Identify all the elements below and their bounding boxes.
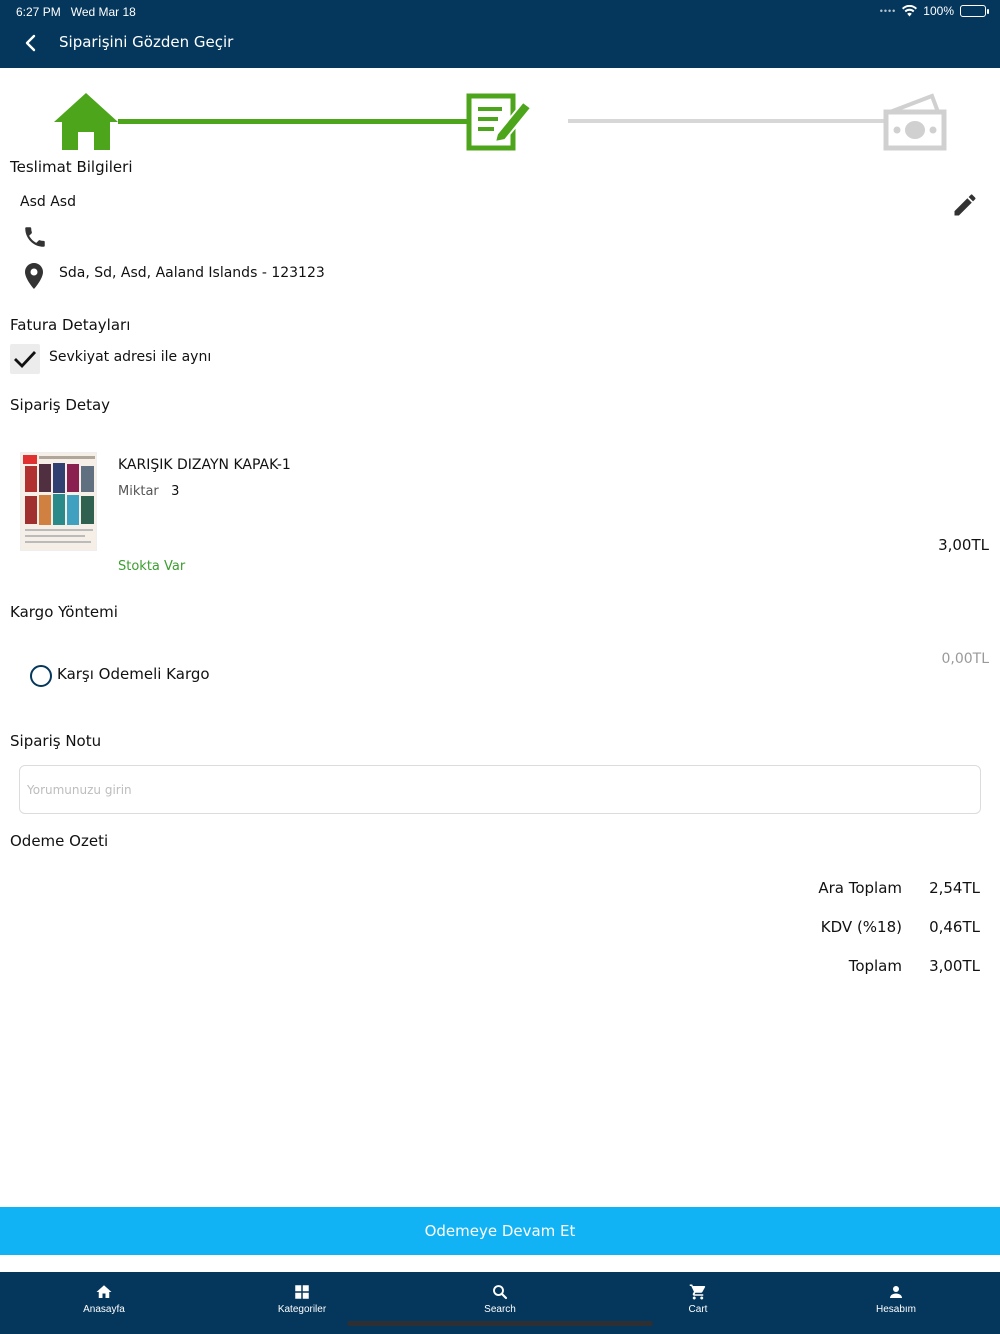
tab-home[interactable]: Anasayfa bbox=[44, 1280, 164, 1324]
tab-home-label: Anasayfa bbox=[83, 1304, 125, 1315]
total-value: 3,00TL bbox=[929, 957, 980, 975]
tab-search-label: Search bbox=[484, 1304, 516, 1315]
section-title-shipping: Kargo Yöntemi bbox=[10, 603, 118, 621]
back-arrow-icon[interactable] bbox=[18, 30, 44, 56]
checkmark-icon bbox=[14, 351, 37, 369]
same-address-checkbox[interactable] bbox=[10, 344, 40, 374]
battery-percent: 100% bbox=[923, 4, 954, 18]
status-time: 6:27 PM Wed Mar 18 bbox=[16, 5, 136, 19]
search-icon bbox=[493, 1285, 508, 1300]
order-note-input[interactable] bbox=[19, 765, 981, 814]
continue-to-payment-button[interactable]: Odemeye Devam Et bbox=[0, 1207, 1000, 1255]
phone-icon bbox=[25, 227, 45, 247]
battery-icon bbox=[960, 5, 989, 17]
subtotal-label: Ara Toplam bbox=[818, 879, 902, 897]
form-edit-icon bbox=[466, 93, 533, 151]
product-price: 3,00TL bbox=[938, 536, 989, 554]
tab-categories[interactable]: Kategoriler bbox=[242, 1280, 362, 1324]
product-thumbnail[interactable] bbox=[20, 452, 97, 551]
tab-categories-label: Kategoriler bbox=[277, 1304, 327, 1315]
wifi-icon bbox=[902, 5, 918, 17]
section-title-order: Sipariş Detay bbox=[10, 396, 111, 414]
quantity-value: 3 bbox=[171, 484, 180, 499]
home-icon bbox=[96, 1285, 112, 1298]
quantity-label: Miktar 3 bbox=[118, 484, 180, 499]
section-title-delivery: Teslimat Bilgileri bbox=[10, 158, 133, 176]
money-icon bbox=[883, 93, 947, 151]
home-indicator-bar bbox=[347, 1321, 653, 1326]
progress-line-complete bbox=[118, 119, 518, 124]
page-title: Siparişini Gözden Geçir bbox=[59, 33, 234, 51]
shipping-option-label[interactable]: Karşı Odemeli Kargo bbox=[57, 665, 210, 683]
section-title-summary: Odeme Ozeti bbox=[10, 832, 109, 850]
home-icon bbox=[54, 93, 118, 150]
same-address-label[interactable]: Sevkiyat adresi ile aynı bbox=[49, 349, 211, 365]
tab-account-label: Hesabım bbox=[875, 1304, 916, 1315]
checkout-stepper bbox=[50, 88, 950, 158]
grid-icon bbox=[295, 1285, 309, 1299]
stock-status: Stokta Var bbox=[118, 559, 186, 574]
tax-value: 0,46TL bbox=[929, 918, 980, 936]
person-icon bbox=[890, 1286, 902, 1298]
top-app-bar: 6:27 PM Wed Mar 18 •••• 100% Siparişini … bbox=[0, 0, 1000, 68]
subtotal-value: 2,54TL bbox=[929, 879, 980, 897]
section-title-billing: Fatura Detayları bbox=[10, 316, 131, 334]
section-title-note: Sipariş Notu bbox=[10, 732, 102, 750]
tax-label: KDV (%18) bbox=[820, 918, 902, 936]
cart-icon bbox=[689, 1284, 706, 1300]
status-indicators: •••• 100% bbox=[879, 4, 989, 18]
shipping-price: 0,00TL bbox=[941, 651, 989, 667]
product-name[interactable]: KARIŞIK DIZAYN KAPAK-1 bbox=[118, 457, 291, 473]
tab-cart-label: Cart bbox=[688, 1304, 708, 1315]
delivery-address: Sda, Sd, Asd, Aaland Islands - 123123 bbox=[59, 265, 325, 281]
location-pin-icon bbox=[25, 263, 43, 289]
signal-dots-icon: •••• bbox=[879, 6, 897, 16]
edit-pencil-icon[interactable] bbox=[951, 191, 979, 219]
tab-cart[interactable]: Cart bbox=[638, 1280, 758, 1324]
tab-search[interactable]: Search bbox=[440, 1280, 560, 1324]
recipient-name: Asd Asd bbox=[20, 194, 76, 210]
tab-account[interactable]: Hesabım bbox=[836, 1280, 956, 1324]
total-label: Toplam bbox=[848, 957, 902, 975]
shipping-option-radio[interactable] bbox=[30, 665, 52, 687]
